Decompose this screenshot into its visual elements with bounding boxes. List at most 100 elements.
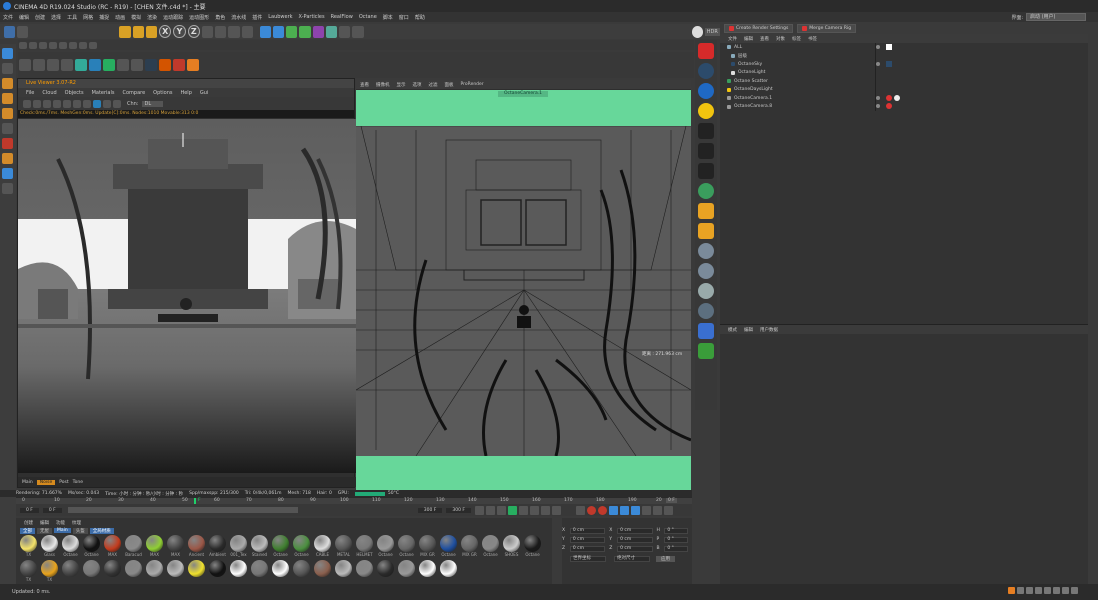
- particles-a-icon[interactable]: [698, 203, 714, 219]
- play-icon[interactable]: [508, 505, 517, 515]
- material-swatch[interactable]: MAX: [102, 534, 123, 559]
- material-swatch[interactable]: Octane: [60, 534, 81, 559]
- timeline-icon[interactable]: [664, 505, 673, 515]
- plant-icon[interactable]: [698, 343, 714, 359]
- material-swatch[interactable]: CABLE: [312, 534, 333, 559]
- lv-tab-post[interactable]: Post: [59, 480, 68, 485]
- menu-pipeline[interactable]: 流水线: [231, 14, 246, 21]
- object-row[interactable]: OctaneDaysLight: [720, 86, 1088, 95]
- object-row[interactable]: OctaneLight: [720, 69, 1088, 78]
- material-swatch[interactable]: [333, 559, 354, 584]
- tool-c-icon[interactable]: [39, 41, 47, 49]
- menu-mograph[interactable]: 运动图形: [189, 14, 209, 21]
- vp-menu-filter[interactable]: 过滤: [429, 82, 438, 88]
- lv-clay-icon[interactable]: [113, 99, 121, 108]
- material-swatch[interactable]: [207, 559, 228, 584]
- material-swatch[interactable]: Ambient: [207, 534, 228, 559]
- octane-d-icon[interactable]: [61, 59, 73, 71]
- material-swatch[interactable]: [165, 559, 186, 584]
- material-swatch[interactable]: [228, 559, 249, 584]
- tag-cell[interactable]: [876, 43, 916, 52]
- tray-c-icon[interactable]: [1035, 586, 1042, 594]
- move-tool-icon[interactable]: [119, 25, 131, 38]
- material-swatch[interactable]: [312, 559, 333, 584]
- menu-file[interactable]: 文件: [3, 14, 13, 21]
- snap-icon[interactable]: [2, 138, 13, 149]
- position-x-field[interactable]: 0 cm: [569, 527, 606, 534]
- material-b-icon[interactable]: [698, 263, 714, 279]
- object-row[interactable]: 层级: [720, 52, 1088, 61]
- material-swatch[interactable]: TX: [18, 559, 39, 584]
- camera-icon[interactable]: [339, 25, 351, 38]
- interface-dropdown[interactable]: 启动 (用户): [1026, 13, 1086, 21]
- vp-menu-view[interactable]: 查看: [360, 82, 369, 88]
- material-c-icon[interactable]: [698, 283, 714, 299]
- material-swatch[interactable]: Glass: [39, 534, 60, 559]
- texture-icon[interactable]: [698, 323, 714, 339]
- menu-create[interactable]: 创建: [35, 14, 45, 21]
- tool-b-icon[interactable]: [29, 41, 37, 49]
- z-axis-icon[interactable]: Z: [187, 25, 200, 38]
- size-x-field[interactable]: 0 cm: [617, 527, 653, 534]
- lv-menu-file[interactable]: File: [26, 90, 34, 96]
- rotate-key-icon[interactable]: [631, 505, 640, 515]
- octane-b-icon[interactable]: [33, 59, 45, 71]
- octane-f-icon[interactable]: [89, 59, 101, 71]
- menu-plugins[interactable]: 插件: [252, 14, 262, 21]
- prev-key-icon[interactable]: [486, 505, 495, 515]
- material-swatch[interactable]: TX: [39, 559, 60, 584]
- cube-icon[interactable]: [259, 25, 272, 38]
- lv-region-icon[interactable]: [73, 99, 81, 108]
- point-level-icon[interactable]: [653, 505, 662, 515]
- subdivision-icon[interactable]: [286, 25, 298, 38]
- menu-snap[interactable]: 捕捉: [99, 14, 109, 21]
- tool-e-icon[interactable]: [59, 41, 67, 49]
- material-swatch[interactable]: [249, 559, 270, 584]
- move-key-icon[interactable]: [609, 505, 618, 515]
- coord-mode-dropdown[interactable]: 世界坐标: [570, 555, 606, 562]
- scatter-icon[interactable]: [698, 183, 714, 199]
- goto-start-icon[interactable]: [475, 505, 484, 515]
- material-swatch[interactable]: [81, 559, 102, 584]
- edges-mode-icon[interactable]: [2, 93, 13, 104]
- menu-window[interactable]: 窗口: [399, 14, 409, 21]
- lv-tab-main[interactable]: Main: [22, 480, 33, 485]
- sculpt-icon[interactable]: [2, 153, 13, 164]
- tray-f-icon[interactable]: [1062, 586, 1069, 594]
- om-menu-edit[interactable]: 编辑: [744, 36, 753, 42]
- rotation-p-field[interactable]: 0 °: [664, 536, 689, 543]
- lv-menu-materials[interactable]: Materials: [92, 90, 115, 96]
- workplane-icon[interactable]: [2, 168, 13, 179]
- lv-menu-objects[interactable]: Objects: [65, 90, 84, 96]
- target-light-icon[interactable]: [698, 143, 714, 159]
- menu-motion-tracking[interactable]: 运动跟踪: [163, 14, 183, 21]
- material-swatch[interactable]: TX: [18, 534, 39, 559]
- mat-menu-texture[interactable]: 纹理: [72, 520, 81, 526]
- auto-key-icon[interactable]: [587, 505, 596, 515]
- om-menu-bookmarks[interactable]: 书签: [808, 36, 817, 42]
- material-swatch[interactable]: [417, 559, 438, 584]
- pen-icon[interactable]: [273, 25, 285, 38]
- material-swatch[interactable]: MAX: [144, 534, 165, 559]
- object-row[interactable]: Octane Scatter: [720, 77, 1088, 86]
- material-swatch[interactable]: Baracud: [123, 534, 144, 559]
- menu-mesh[interactable]: 网格: [83, 14, 93, 21]
- rotation-h-field[interactable]: 0 °: [664, 527, 689, 534]
- vp-menu-panel[interactable]: 面板: [445, 82, 454, 88]
- end-frame-field[interactable]: 300 F: [446, 507, 471, 513]
- octane-s-icon[interactable]: [159, 59, 171, 71]
- light-icon[interactable]: [352, 25, 364, 38]
- render-settings-icon[interactable]: [241, 25, 253, 38]
- rotation-b-field[interactable]: 0 °: [664, 545, 689, 552]
- preview-start-field[interactable]: 0 F: [42, 507, 62, 513]
- tool-h-icon[interactable]: [89, 41, 97, 49]
- menu-octane[interactable]: Octane: [359, 14, 377, 20]
- om-menu-tags[interactable]: 标签: [792, 36, 801, 42]
- next-frame-icon[interactable]: [519, 505, 528, 515]
- material-swatch[interactable]: 001_Tex: [228, 534, 249, 559]
- material-swatch[interactable]: [144, 559, 165, 584]
- mat-tab-global[interactable]: 全局材质: [89, 527, 114, 534]
- scale-key-icon[interactable]: [620, 505, 629, 515]
- tool-d-icon[interactable]: [49, 41, 57, 49]
- material-swatch[interactable]: [396, 559, 417, 584]
